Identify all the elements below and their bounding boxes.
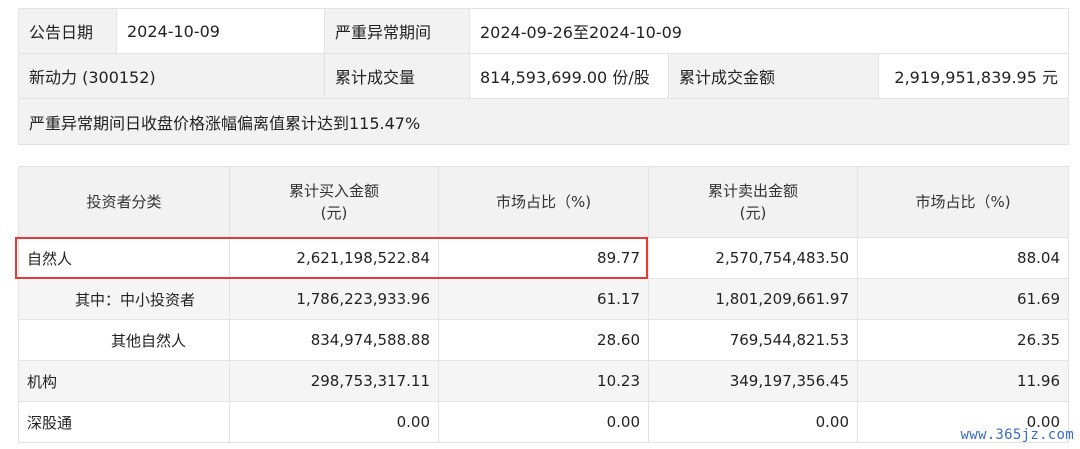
header-sell-amount-line2: (元) [739, 204, 767, 222]
table-row: 自然人 2,621,198,522.84 89.77 2,570,754,483… [18, 237, 1069, 279]
row-buy-share: 10.23 [438, 360, 649, 402]
row-buy-amount: 1,786,223,933.96 [229, 278, 439, 320]
summary-row-date: 公告日期 2024-10-09 严重异常期间 2024-09-26至2024-1… [18, 8, 1069, 54]
table-row: 深股通 0.00 0.00 0.00 0.00 [18, 401, 1069, 443]
table-row: 其他自然人 834,974,588.88 28.60 769,544,821.5… [18, 319, 1069, 361]
row-sell-amount: 769,544,821.53 [648, 319, 858, 361]
investor-detail-table: 投资者分类 累计买入金额 (元) 市场占比（%) 累计卖出金额 (元) 市场占比… [18, 166, 1069, 443]
deviation-note: 严重异常期间日收盘价格涨幅偏离值累计达到115.47% [18, 98, 1069, 145]
row-sell-amount: 2,570,754,483.50 [648, 237, 858, 279]
stock-name: 新动力 (300152) [18, 53, 325, 99]
header-sell-amount: 累计卖出金额 (元) [648, 166, 858, 238]
volume-label: 累计成交量 [324, 53, 470, 99]
period-label: 严重异常期间 [324, 8, 470, 54]
row-sell-amount: 1,801,209,661.97 [648, 278, 858, 320]
header-sell-share: 市场占比（%) [857, 166, 1069, 238]
row-buy-amount: 834,974,588.88 [229, 319, 439, 361]
announce-date-label: 公告日期 [18, 8, 117, 54]
header-category: 投资者分类 [18, 166, 230, 238]
period-value: 2024-09-26至2024-10-09 [469, 8, 1069, 54]
amount-value: 2,919,951,839.95 元 [878, 53, 1069, 99]
table-row: 其中：中小投资者 1,786,223,933.96 61.17 1,801,20… [18, 278, 1069, 320]
table-row: 机构 298,753,317.11 10.23 349,197,356.45 1… [18, 360, 1069, 402]
header-buy-amount-line1: 累计买入金额 [288, 182, 379, 200]
row-category: 深股通 [18, 401, 230, 443]
row-category: 自然人 [18, 237, 230, 279]
row-buy-amount: 0.00 [229, 401, 439, 443]
announce-date-value: 2024-10-09 [116, 8, 325, 54]
row-sell-share: 26.35 [857, 319, 1069, 361]
row-buy-amount: 298,753,317.11 [229, 360, 439, 402]
header-buy-amount: 累计买入金额 (元) [229, 166, 439, 238]
row-category: 机构 [18, 360, 230, 402]
detail-header-row: 投资者分类 累计买入金额 (元) 市场占比（%) 累计卖出金额 (元) 市场占比… [18, 166, 1069, 238]
row-buy-share: 61.17 [438, 278, 649, 320]
watermark-text: www.365jz.com [960, 427, 1074, 443]
summary-table: 公告日期 2024-10-09 严重异常期间 2024-09-26至2024-1… [18, 8, 1069, 145]
row-sell-share: 88.04 [857, 237, 1069, 279]
summary-row-trading: 新动力 (300152) 累计成交量 814,593,699.00 份/股 累计… [18, 53, 1069, 99]
row-sell-share: 61.69 [857, 278, 1069, 320]
row-sell-amount: 0.00 [648, 401, 858, 443]
header-buy-amount-line2: (元) [320, 204, 348, 222]
row-buy-share: 0.00 [438, 401, 649, 443]
header-sell-amount-line1: 累计卖出金额 [707, 182, 798, 200]
row-buy-share: 28.60 [438, 319, 649, 361]
row-sell-amount: 349,197,356.45 [648, 360, 858, 402]
header-buy-share: 市场占比（%) [438, 166, 649, 238]
row-buy-amount: 2,621,198,522.84 [229, 237, 439, 279]
summary-row-note: 严重异常期间日收盘价格涨幅偏离值累计达到115.47% [18, 98, 1069, 145]
row-category: 其他自然人 [18, 319, 230, 361]
row-buy-share: 89.77 [438, 237, 649, 279]
amount-label: 累计成交金额 [668, 53, 879, 99]
row-category: 其中：中小投资者 [18, 278, 230, 320]
volume-value: 814,593,699.00 份/股 [469, 53, 669, 99]
row-sell-share: 11.96 [857, 360, 1069, 402]
